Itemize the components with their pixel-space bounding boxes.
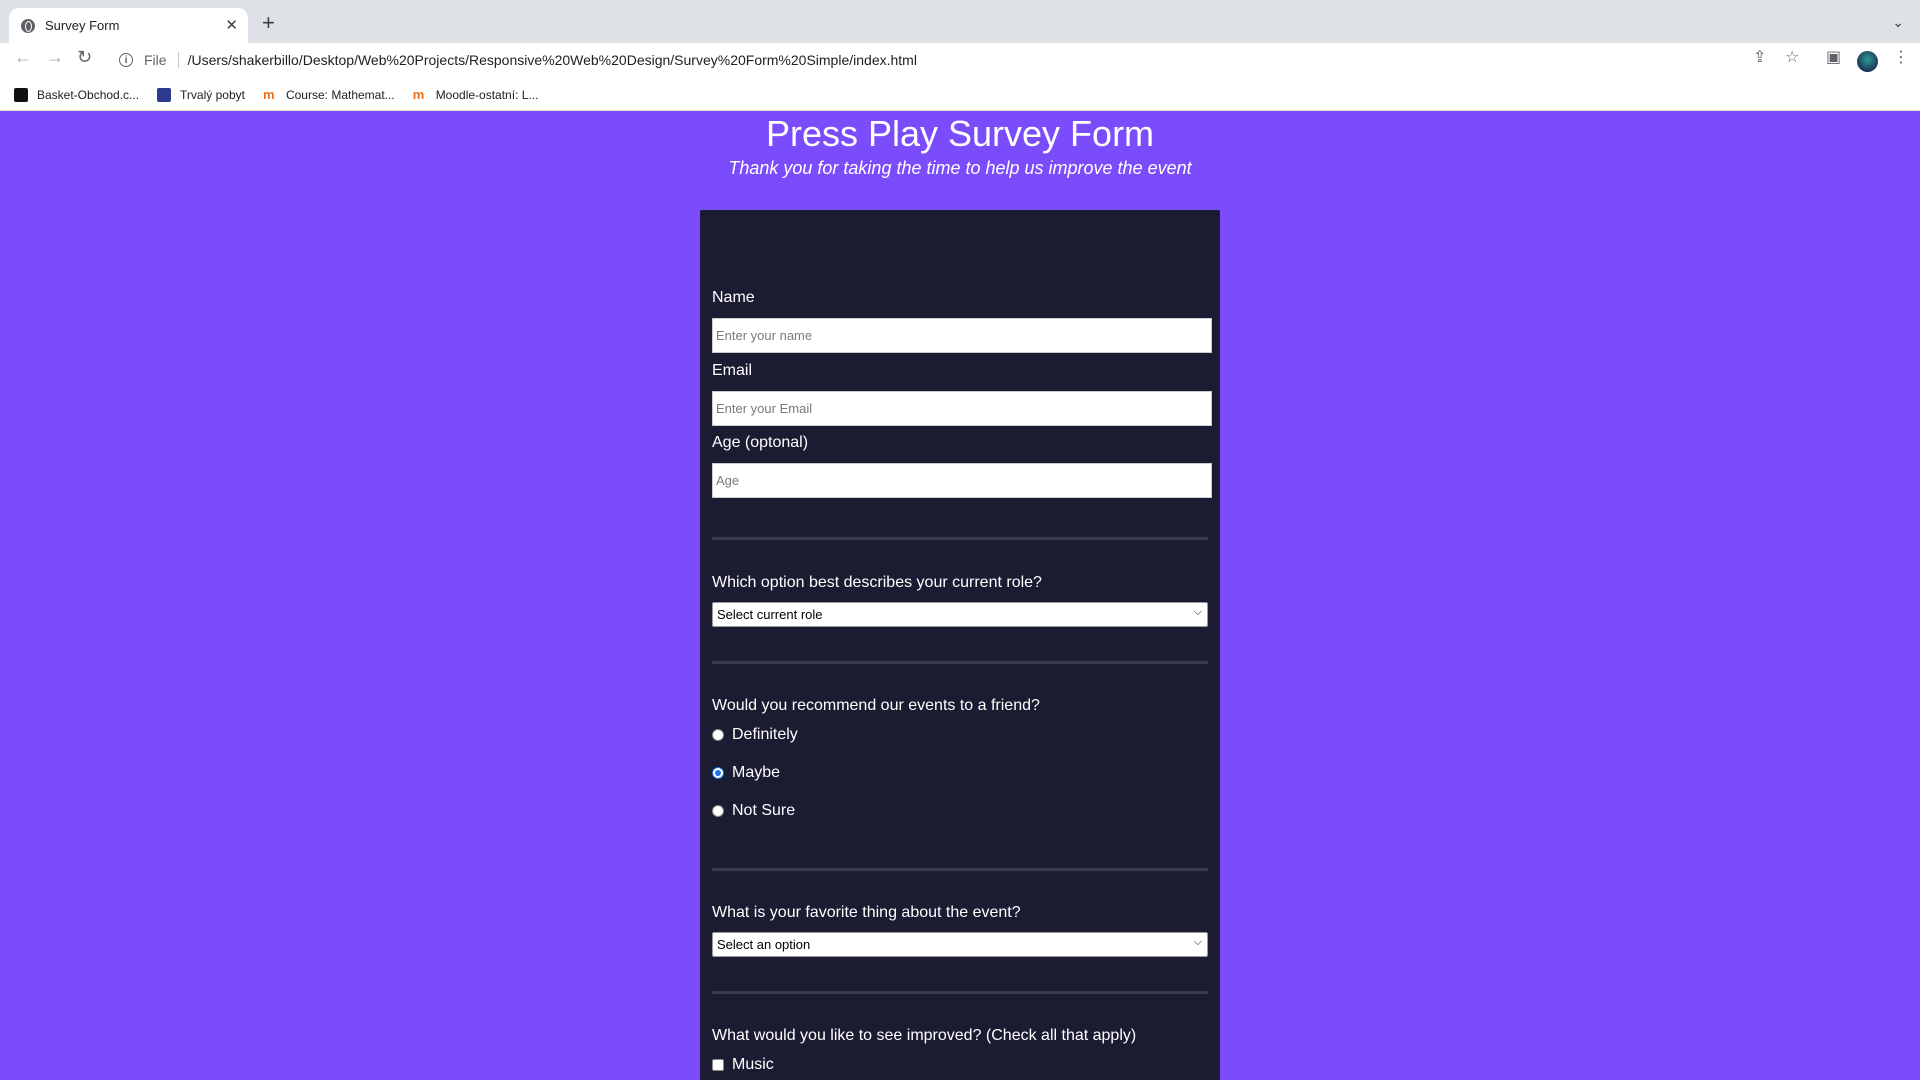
name-input[interactable] (712, 318, 1212, 353)
bookmark-item[interactable]: m Moodle-ostatní: L... (412, 86, 539, 102)
side-panel-icon[interactable]: ▣ (1826, 50, 1841, 66)
section-divider (712, 661, 1208, 664)
radio-label: Not Sure (732, 802, 796, 819)
role-dropdown-value: Select current role (717, 607, 823, 622)
tab-title: Survey Form (45, 18, 120, 33)
section-divider (712, 868, 1208, 871)
recommend-question: Would you recommend our events to a frie… (712, 697, 1040, 714)
bookmark-item[interactable]: m Course: Mathemat... (262, 86, 395, 102)
section-divider (712, 537, 1208, 540)
tab-strip: Survey Form ✕ + ⌄ (0, 0, 1920, 43)
name-label: Name (712, 289, 755, 306)
chevron-down-icon: ⌵ (1193, 606, 1202, 618)
forward-arrow-icon[interactable]: → (46, 48, 64, 66)
scheme-label: File (144, 52, 167, 68)
profile-avatar[interactable] (1857, 51, 1878, 72)
bookmarks-bar: Basket-Obchod.c... Trvalý pobyt m Course… (0, 79, 1920, 111)
menu-kebab-icon[interactable]: ⋮ (1893, 50, 1909, 66)
bookmark-label: Basket-Obchod.c... (37, 87, 140, 102)
mvcr-favicon-icon (157, 87, 172, 102)
checkbox-label: Music (732, 1056, 774, 1073)
share-icon[interactable]: ⇪ (1753, 50, 1766, 66)
moodle-favicon-icon: m (412, 86, 425, 102)
url-text[interactable]: /Users/shakerbillo/Desktop/Web%20Project… (188, 52, 917, 68)
globe-icon (21, 18, 35, 33)
bookmark-label: Trvalý pobyt (180, 87, 245, 102)
radio-button[interactable] (712, 805, 724, 817)
page-description: Thank you for taking the time to help us… (728, 158, 1192, 178)
tab-search-chevron-icon[interactable]: ⌄ (1892, 14, 1904, 31)
radio-button[interactable] (712, 729, 724, 741)
radio-label: Maybe (732, 764, 781, 781)
address-bar[interactable]: i File /Users/shakerbillo/Desktop/Web%20… (110, 46, 1760, 74)
radio-label: Definitely (732, 726, 798, 743)
age-label: Age (optonal) (712, 434, 809, 451)
page-content: Press Play Survey Form Thank you for tak… (0, 111, 1920, 1080)
back-arrow-icon[interactable]: ← (14, 48, 32, 66)
survey-form: Name Email Age (optonal) Which option be… (700, 210, 1220, 1080)
improve-question: What would you like to see improved? (Ch… (712, 1027, 1137, 1044)
bookmark-item[interactable]: Trvalý pobyt (157, 87, 245, 102)
age-input[interactable] (712, 463, 1212, 498)
close-tab-icon[interactable]: ✕ (225, 18, 238, 33)
email-input[interactable] (712, 391, 1212, 426)
omnibox-separator (177, 52, 179, 68)
favorite-question: What is your favorite thing about the ev… (712, 904, 1021, 921)
basket-favicon-icon (14, 87, 28, 102)
moodle-favicon-icon: m (262, 86, 275, 102)
radio-option-not-sure[interactable]: Not Sure (712, 802, 795, 820)
role-dropdown[interactable]: Select current role ⌵ (712, 602, 1208, 627)
page-title: Press Play Survey Form (765, 113, 1155, 154)
radio-button-checked[interactable] (712, 767, 724, 779)
bookmark-star-icon[interactable]: ☆ (1785, 50, 1799, 66)
email-label: Email (712, 362, 753, 379)
bookmark-label: Course: Mathemat... (285, 87, 395, 102)
checkbox-option-music[interactable]: Music (712, 1056, 774, 1074)
reload-icon[interactable]: ↻ (77, 48, 92, 66)
chevron-down-icon: ⌵ (1193, 936, 1202, 948)
bookmark-label: Moodle-ostatní: L... (435, 87, 539, 102)
role-question: Which option best describes your current… (712, 574, 1042, 591)
favorite-dropdown-value: Select an option (717, 937, 811, 952)
checkbox[interactable] (712, 1059, 724, 1071)
browser-tab[interactable]: Survey Form ✕ (9, 8, 248, 43)
section-divider (712, 991, 1208, 994)
new-tab-button[interactable]: + (262, 12, 275, 34)
radio-option-maybe[interactable]: Maybe (712, 764, 780, 782)
bookmark-item[interactable]: Basket-Obchod.c... (14, 87, 140, 102)
radio-option-definitely[interactable]: Definitely (712, 726, 798, 744)
info-icon[interactable]: i (119, 53, 133, 67)
browser-toolbar: ← → ↻ i File /Users/shakerbillo/Desktop/… (0, 43, 1920, 79)
favorite-dropdown[interactable]: Select an option ⌵ (712, 932, 1208, 957)
